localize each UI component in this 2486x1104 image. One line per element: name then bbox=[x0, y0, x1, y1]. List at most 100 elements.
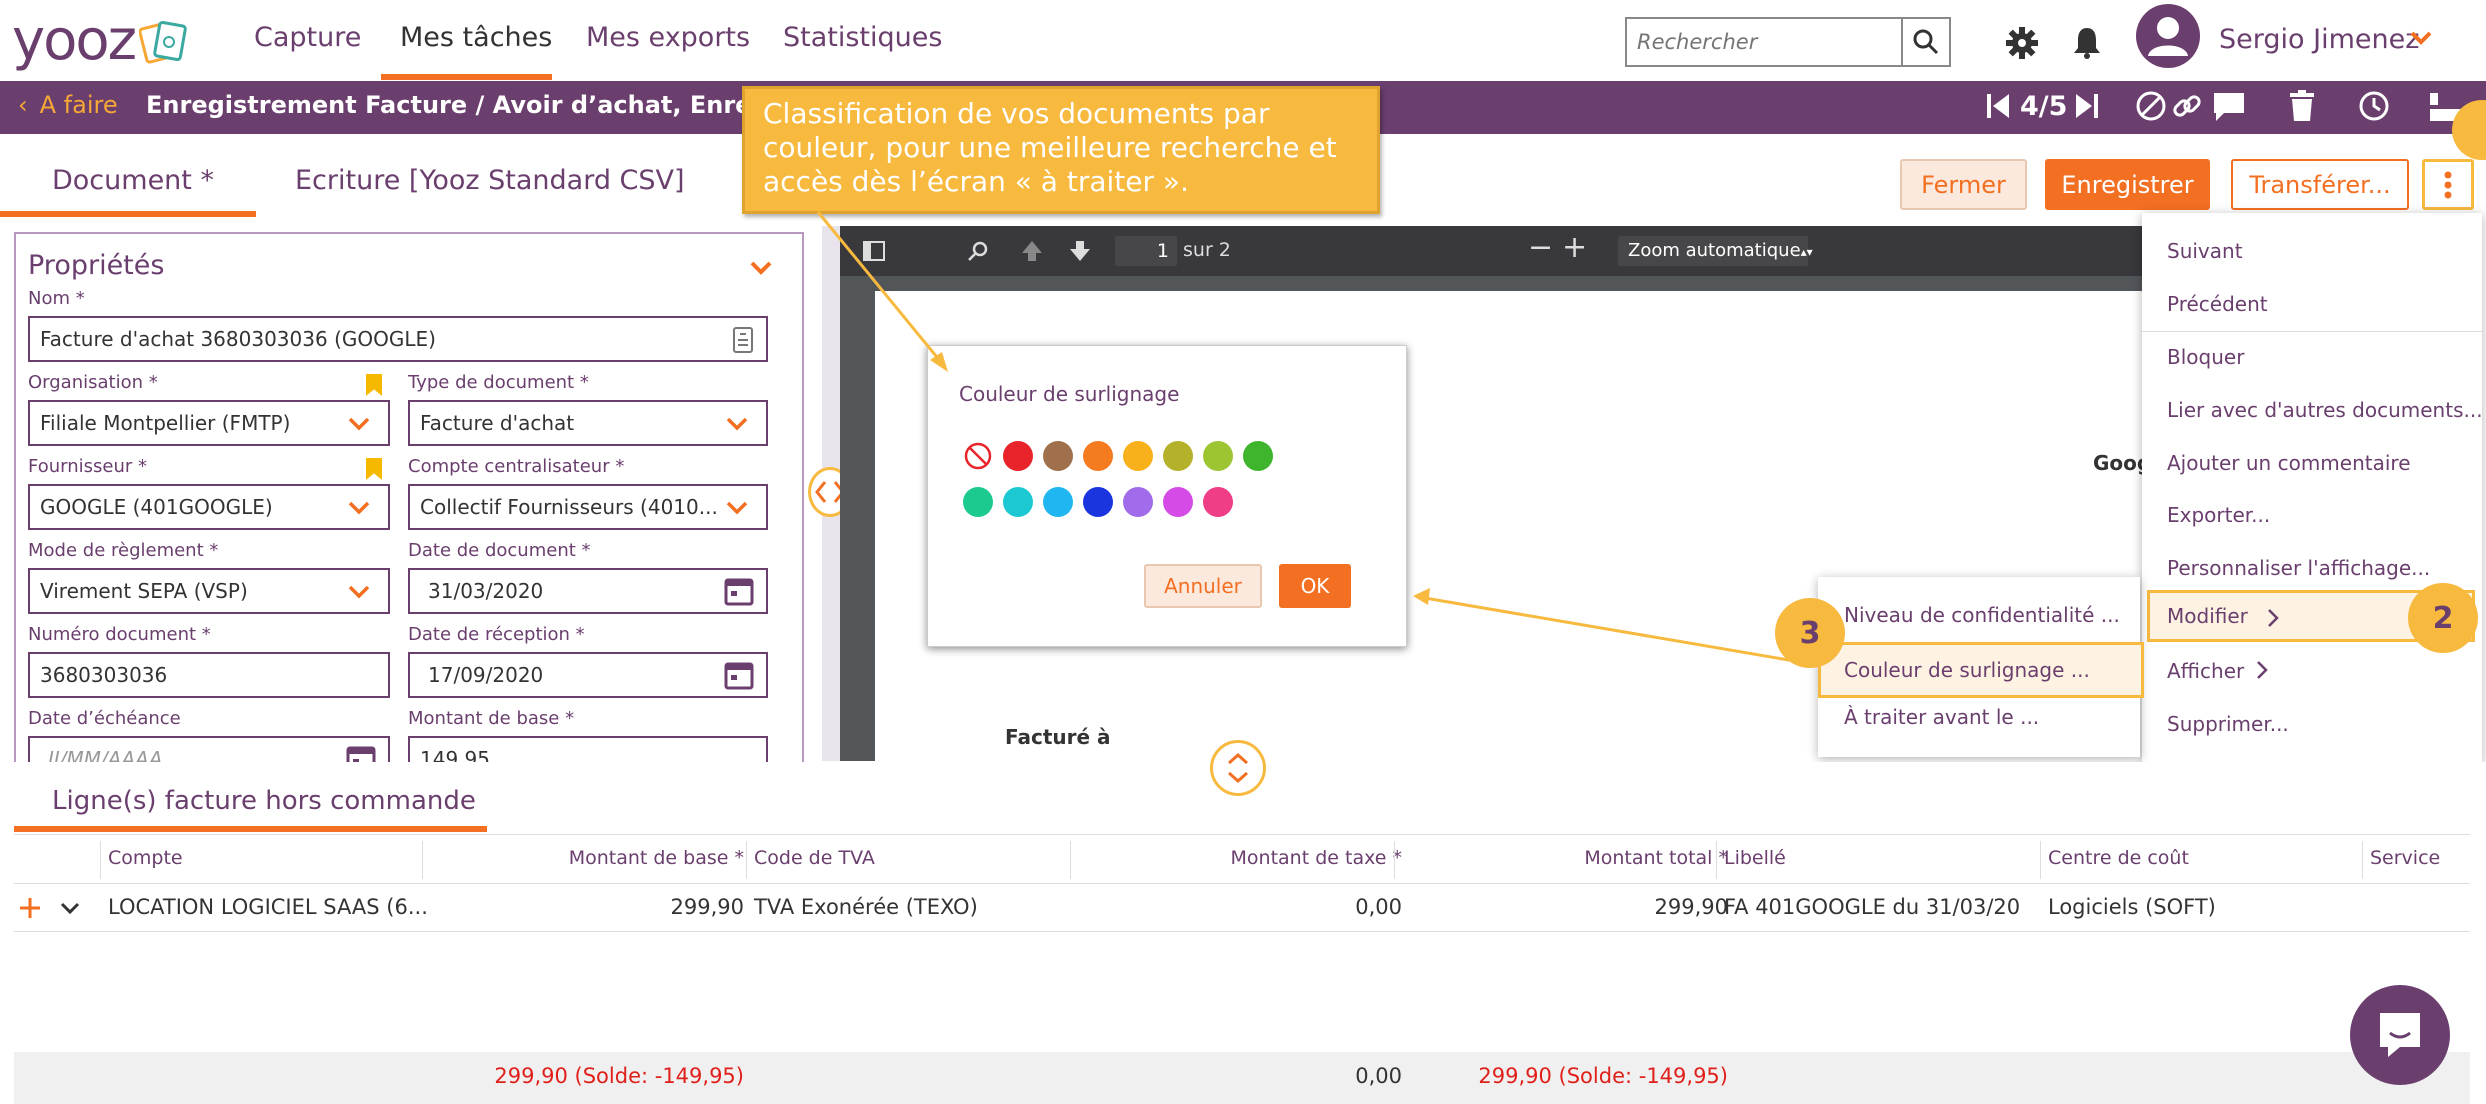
cell-centre-cout: Logiciels (SOFT) bbox=[2048, 895, 2216, 919]
table-row[interactable]: LOCATION LOGICIEL SAAS (6... 299,90 TVA … bbox=[14, 884, 2470, 932]
color-swatch[interactable] bbox=[963, 487, 993, 517]
more-actions-button[interactable] bbox=[2422, 159, 2474, 210]
comment-icon[interactable] bbox=[2212, 91, 2246, 127]
fermer-button[interactable]: Fermer bbox=[1900, 159, 2027, 210]
user-name[interactable]: Sergio Jimenez bbox=[2219, 24, 2419, 55]
col-service[interactable]: Service bbox=[2370, 847, 2440, 869]
search-input[interactable] bbox=[1627, 19, 1897, 65]
nom-field[interactable]: Facture d'achat 3680303036 (GOOGLE) bbox=[28, 316, 768, 362]
color-swatch[interactable] bbox=[1163, 441, 1193, 471]
col-libelle[interactable]: Libellé bbox=[1724, 847, 1786, 869]
lines-title[interactable]: Ligne(s) facture hors commande bbox=[52, 786, 476, 816]
block-icon[interactable] bbox=[2134, 89, 2168, 127]
trash-icon[interactable] bbox=[2288, 89, 2316, 127]
nav-mes-exports[interactable]: Mes exports bbox=[586, 22, 750, 53]
menu-item-commentaire[interactable]: Ajouter un commentaire bbox=[2167, 451, 2411, 475]
no-color-icon[interactable] bbox=[963, 441, 993, 475]
col-montant-total[interactable]: Montant total * bbox=[1584, 847, 1728, 869]
color-swatch[interactable] bbox=[1163, 487, 1193, 517]
menu-item-lier[interactable]: Lier avec d'autres documents... bbox=[2167, 398, 2483, 422]
nav-mes-taches[interactable]: Mes tâches bbox=[400, 22, 552, 53]
chat-icon bbox=[2380, 1013, 2420, 1057]
cancel-button[interactable]: Annuler bbox=[1144, 564, 1262, 608]
footer-montant-total: 299,90 (Solde: -149,95) bbox=[1478, 1064, 1728, 1088]
search-button[interactable] bbox=[1901, 19, 1949, 65]
tab-document[interactable]: Document * bbox=[52, 165, 214, 196]
yooz-logo[interactable]: yooz bbox=[12, 8, 191, 73]
type-document-label: Type de document * bbox=[408, 372, 589, 393]
calendar-icon[interactable] bbox=[724, 660, 754, 690]
menu-item-precedent[interactable]: Précédent bbox=[2167, 292, 2268, 316]
color-swatch[interactable] bbox=[1203, 441, 1233, 471]
menu-item-personnaliser[interactable]: Personnaliser l'affichage... bbox=[2167, 556, 2430, 580]
back-link[interactable]: ‹ A faire bbox=[18, 91, 118, 119]
submenu-item-confidentialite[interactable]: Niveau de confidentialité ... bbox=[1844, 603, 2120, 627]
color-swatch[interactable] bbox=[1043, 441, 1073, 471]
add-line-icon[interactable] bbox=[18, 896, 42, 920]
zoom-select[interactable]: Zoom automatique▴▾ bbox=[1618, 236, 1813, 266]
ok-button[interactable]: OK bbox=[1279, 564, 1351, 608]
pager-text: 4/5 bbox=[2020, 91, 2068, 122]
col-code-tva[interactable]: Code de TVA bbox=[754, 847, 875, 869]
menu-item-afficher[interactable]: Afficher bbox=[2167, 659, 2244, 683]
first-page-icon[interactable] bbox=[1985, 91, 2013, 125]
menu-item-supprimer[interactable]: Supprimer... bbox=[2167, 712, 2289, 736]
resize-handle[interactable] bbox=[1210, 740, 1266, 796]
date-reception-field[interactable]: 17/09/2020 bbox=[408, 652, 768, 698]
col-compte[interactable]: Compte bbox=[108, 847, 183, 869]
nav-capture[interactable]: Capture bbox=[254, 22, 361, 53]
color-swatch[interactable] bbox=[1083, 487, 1113, 517]
numero-document-field[interactable]: 3680303036 bbox=[28, 652, 390, 698]
collapse-arrows-icon bbox=[1228, 752, 1248, 784]
color-swatch[interactable] bbox=[1243, 441, 1273, 471]
color-swatch[interactable] bbox=[1123, 441, 1153, 471]
chat-button[interactable] bbox=[2350, 985, 2450, 1085]
find-icon[interactable] bbox=[967, 239, 991, 267]
link-icon[interactable] bbox=[2170, 89, 2204, 127]
document-info-icon[interactable] bbox=[732, 326, 754, 354]
page-number-input[interactable]: 1 bbox=[1115, 236, 1177, 266]
submenu-item-couleur[interactable]: Couleur de surlignage ... bbox=[1818, 642, 2144, 698]
organisation-select[interactable]: Filiale Montpellier (FMTP) bbox=[28, 400, 390, 446]
bell-icon[interactable] bbox=[2072, 25, 2102, 59]
calendar-icon[interactable] bbox=[724, 576, 754, 606]
col-montant-taxe[interactable]: Montant de taxe * bbox=[1231, 847, 1402, 869]
avatar[interactable] bbox=[2136, 4, 2200, 68]
chevron-down-icon[interactable] bbox=[2410, 30, 2432, 50]
chevron-down-icon[interactable] bbox=[60, 902, 80, 916]
color-swatch[interactable] bbox=[1003, 441, 1033, 471]
transferer-button[interactable]: Transférer... bbox=[2231, 159, 2409, 210]
enregistrer-button[interactable]: Enregistrer bbox=[2045, 159, 2210, 210]
color-swatch[interactable] bbox=[1043, 487, 1073, 517]
color-swatch[interactable] bbox=[1003, 487, 1033, 517]
last-page-icon[interactable] bbox=[2072, 91, 2100, 125]
zoom-in-icon[interactable]: + bbox=[1562, 230, 1587, 265]
page-total: sur 2 bbox=[1183, 239, 1231, 261]
col-montant-base[interactable]: Montant de base * bbox=[569, 847, 744, 869]
cell-compte: LOCATION LOGICIEL SAAS (6... bbox=[108, 895, 428, 919]
previous-page-icon[interactable] bbox=[1020, 239, 1044, 267]
date-echeance-label: Date d’échéance bbox=[28, 708, 181, 729]
next-page-icon[interactable] bbox=[1068, 239, 1092, 267]
col-centre-cout[interactable]: Centre de coût bbox=[2048, 847, 2189, 869]
date-document-field[interactable]: 31/03/2020 bbox=[408, 568, 768, 614]
fournisseur-select[interactable]: GOOGLE (401GOOGLE) bbox=[28, 484, 390, 530]
compte-centralisateur-select[interactable]: Collectif Fournisseurs (4010... bbox=[408, 484, 768, 530]
mode-reglement-select[interactable]: Virement SEPA (VSP) bbox=[28, 568, 390, 614]
clock-icon[interactable] bbox=[2357, 89, 2391, 127]
type-document-select[interactable]: Facture d'achat bbox=[408, 400, 768, 446]
tab-ecriture[interactable]: Ecriture [Yooz Standard CSV] bbox=[295, 165, 685, 196]
sidebar-toggle-icon[interactable] bbox=[862, 240, 886, 266]
menu-item-suivant[interactable]: Suivant bbox=[2167, 239, 2243, 263]
compte-centralisateur-label: Compte centralisateur * bbox=[408, 456, 625, 477]
gear-icon[interactable] bbox=[2005, 26, 2039, 60]
nav-statistiques[interactable]: Statistiques bbox=[783, 22, 942, 53]
color-swatch[interactable] bbox=[1123, 487, 1153, 517]
submenu-item-a-traiter[interactable]: À traiter avant le ... bbox=[1844, 705, 2039, 729]
menu-item-exporter[interactable]: Exporter... bbox=[2167, 503, 2270, 527]
zoom-out-icon[interactable]: − bbox=[1528, 230, 1553, 265]
color-swatch[interactable] bbox=[1083, 441, 1113, 471]
color-swatch[interactable] bbox=[1203, 487, 1233, 517]
collapse-chevron-icon[interactable] bbox=[750, 260, 772, 280]
menu-item-bloquer[interactable]: Bloquer bbox=[2167, 345, 2244, 369]
